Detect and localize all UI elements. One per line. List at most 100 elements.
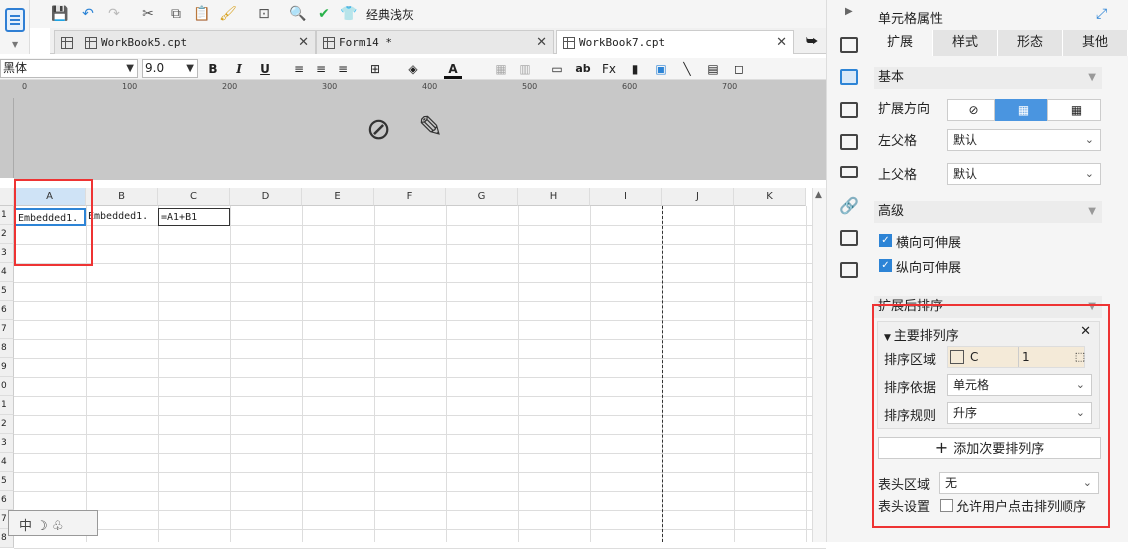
row-header[interactable]: 4 <box>0 263 14 282</box>
tab-style[interactable]: 样式 <box>933 30 998 56</box>
tab-menu-icon[interactable]: ⮩ <box>806 34 818 49</box>
check-icon[interactable]: ✔ <box>314 4 334 24</box>
row-header[interactable]: 4 <box>0 453 14 472</box>
sort-rule-select[interactable]: 升序 ⌄ <box>947 402 1092 424</box>
image-icon[interactable]: ▣ <box>652 59 670 79</box>
add-secondary-sort-button[interactable]: + 添加次要排列序 <box>878 437 1101 459</box>
copy-icon[interactable]: ⧉ <box>166 4 186 24</box>
tab-form[interactable]: 形态 <box>998 30 1063 56</box>
import-icon[interactable] <box>840 262 858 278</box>
ime-indicator[interactable]: 中 ☽ ♧ <box>8 510 98 536</box>
row-header[interactable]: 2 <box>0 225 14 244</box>
tab-workbook5[interactable]: WorkBook5.cpt ✕ <box>54 30 316 54</box>
cell-b1[interactable]: Embedded1. <box>86 208 158 226</box>
close-icon[interactable]: ✕ <box>1080 324 1091 339</box>
row-header[interactable]: 1 <box>0 396 14 415</box>
vertical-scrollbar[interactable]: ▲ <box>812 188 826 542</box>
column-header-e[interactable]: E <box>302 188 374 206</box>
tab-workbook7[interactable]: WorkBook7.cpt ✕ <box>556 30 794 54</box>
column-header-c[interactable]: C <box>158 188 230 206</box>
column-header-b[interactable]: B <box>86 188 158 206</box>
sort-area-field[interactable]: C 1 <box>947 346 1085 368</box>
column-header-h[interactable]: H <box>518 188 590 206</box>
cell-attribute-icon[interactable] <box>840 69 858 85</box>
sub-report-icon[interactable]: ▤ <box>704 59 722 79</box>
column-header-f[interactable]: F <box>374 188 446 206</box>
h-expand-checkbox[interactable]: ✓ <box>879 234 892 247</box>
row-header[interactable]: 3 <box>0 434 14 453</box>
row-header[interactable]: 6 <box>0 491 14 510</box>
expand-panel-icon[interactable]: ⤢ <box>1096 6 1107 22</box>
redo-icon[interactable]: ↷ <box>104 4 124 24</box>
row-header[interactable]: 8 <box>0 339 14 358</box>
italic-button[interactable]: I <box>230 59 248 79</box>
row-header[interactable]: 3 <box>0 244 14 263</box>
tab-expand[interactable]: 扩展 <box>868 30 933 56</box>
text-icon[interactable]: ab <box>574 59 592 79</box>
v-expand-checkbox[interactable]: ✓ <box>879 259 892 272</box>
pencil-edit-icon[interactable]: ✎ <box>418 110 443 145</box>
expand-none-button[interactable]: ⊘ <box>947 99 995 121</box>
eye-off-icon[interactable]: ⊘ <box>366 112 391 147</box>
row-header[interactable]: 1 <box>0 206 14 225</box>
save-icon[interactable]: 💾 <box>50 4 70 24</box>
row-header[interactable]: 5 <box>0 472 14 491</box>
expand-horizontal-button[interactable]: ▦ <box>1047 99 1101 121</box>
border-icon[interactable]: ⊞ <box>366 59 384 79</box>
cell-c1[interactable]: =A1+B1 <box>158 208 230 226</box>
bold-button[interactable]: B <box>204 59 222 79</box>
theme-label[interactable]: 经典浅灰 <box>360 4 420 24</box>
font-color-icon[interactable]: A <box>444 59 462 79</box>
column-header-k[interactable]: K <box>734 188 806 206</box>
font-size-select[interactable]: 9.0 ▼ <box>142 59 198 78</box>
column-header-g[interactable]: G <box>446 188 518 206</box>
column-header-d[interactable]: D <box>230 188 302 206</box>
close-icon[interactable]: ✕ <box>776 35 787 50</box>
widget-icon[interactable] <box>840 134 858 150</box>
format-brush-icon[interactable]: 🖌 <box>218 4 238 24</box>
allow-user-sort-checkbox[interactable] <box>940 499 953 512</box>
float-element-icon[interactable] <box>840 102 858 118</box>
collapse-icon[interactable]: ▶ <box>845 6 853 17</box>
underline-button[interactable]: U <box>256 59 274 79</box>
spreadsheet-grid[interactable]: ABCDEFGHIJK 123456789012345678 Embedded1… <box>0 188 826 549</box>
column-header-i[interactable]: I <box>590 188 662 206</box>
tab-other[interactable]: 其他 <box>1063 30 1128 56</box>
section-basic[interactable]: 基本 ▼ <box>874 67 1102 89</box>
cell-a1[interactable]: Embedded1. <box>14 208 86 226</box>
pick-cell-icon[interactable]: ⬚ <box>1071 347 1089 367</box>
tab-form14[interactable]: Form14 * ✕ <box>316 30 554 54</box>
primary-sort-title[interactable]: ▼ 主要排列序 <box>884 325 959 344</box>
row-header[interactable]: 5 <box>0 282 14 301</box>
preview-icon[interactable]: 🔍 <box>288 4 308 24</box>
cell-element-icon[interactable] <box>840 37 858 53</box>
app-menu[interactable]: ▼ <box>0 0 30 54</box>
split-icon[interactable]: ▥ <box>516 59 534 79</box>
section-sort[interactable]: 扩展后排序 ▼ <box>874 296 1102 318</box>
paste-icon[interactable]: 📋 <box>192 4 212 24</box>
section-advanced[interactable]: 高级 ▼ <box>874 201 1102 223</box>
column-header-a[interactable]: A <box>14 188 86 206</box>
align-left-icon[interactable]: ≡ <box>290 59 308 79</box>
undo-icon[interactable]: ↶ <box>78 4 98 24</box>
insert-row-icon[interactable]: ▭ <box>548 59 566 79</box>
parameter-pane[interactable]: ⊘ ✎ <box>14 98 826 180</box>
left-parent-select[interactable]: 默认 ⌄ <box>947 129 1101 151</box>
fill-color-icon[interactable]: ◈ <box>404 59 422 79</box>
bar-chart-icon[interactable]: ▮ <box>626 59 644 79</box>
column-header-j[interactable]: J <box>662 188 734 206</box>
formula-icon[interactable]: Fx <box>600 59 618 79</box>
row-header[interactable]: 2 <box>0 415 14 434</box>
align-center-icon[interactable]: ≡ <box>312 59 330 79</box>
expand-vertical-button[interactable]: ▦ <box>995 99 1047 121</box>
header-area-select[interactable]: 无 ⌄ <box>939 472 1099 494</box>
font-family-select[interactable]: 黑体 ▼ <box>0 59 138 78</box>
more-icon[interactable]: ◻ <box>730 59 748 79</box>
row-header[interactable]: 6 <box>0 301 14 320</box>
scroll-up-icon[interactable]: ▲ <box>815 190 822 200</box>
merge-icon[interactable]: ▦ <box>492 59 510 79</box>
cut-icon[interactable]: ✂ <box>138 4 158 24</box>
text-box-icon[interactable]: ⊡ <box>254 4 274 24</box>
close-icon[interactable]: ✕ <box>298 35 309 50</box>
link-icon[interactable]: 🔗 <box>839 196 859 215</box>
